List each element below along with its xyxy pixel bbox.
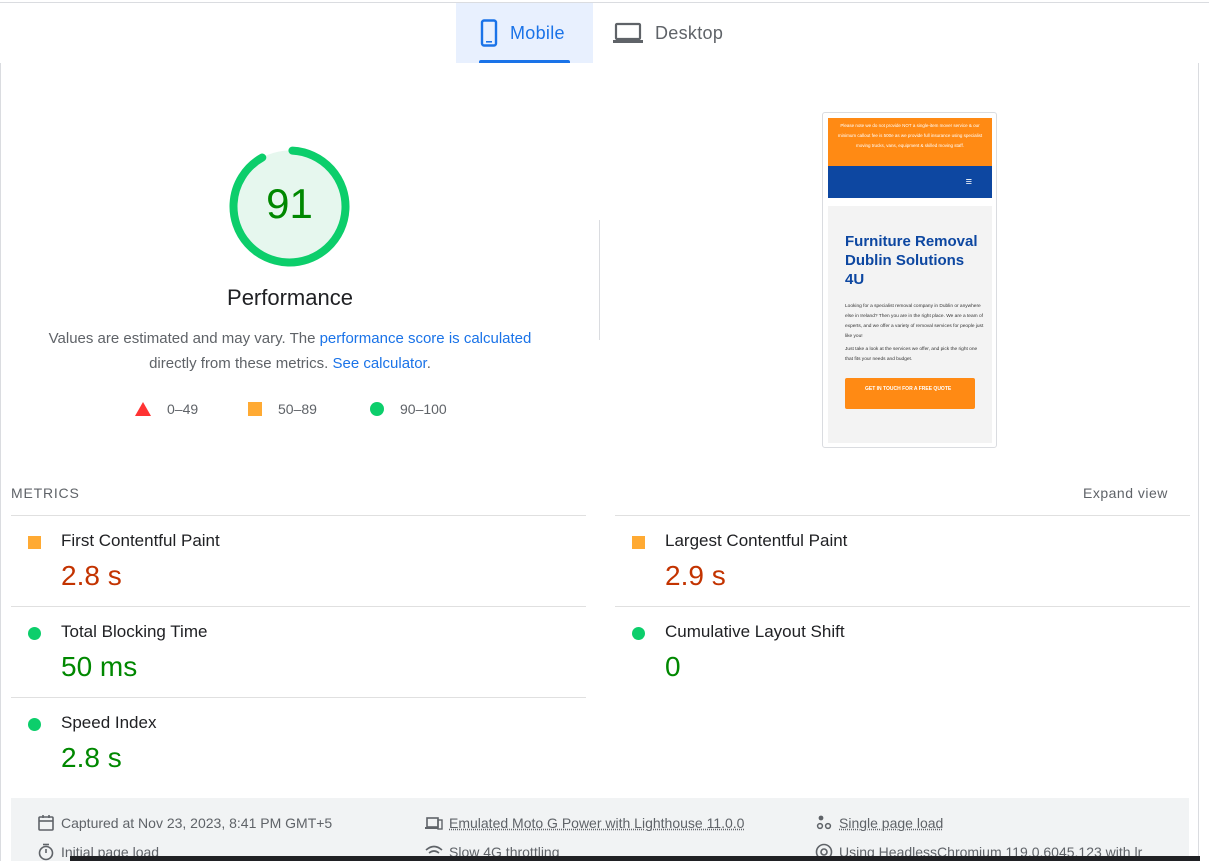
screenshot-navbar: ≡ xyxy=(828,166,992,198)
runtime-settings: Captured at Nov 23, 2023, 8:41 PM GMT+5 … xyxy=(11,798,1189,861)
metric-value: 0 xyxy=(665,651,681,682)
metric-label: Cumulative Layout Shift xyxy=(665,622,845,641)
circle-pass-icon xyxy=(28,718,41,731)
phone-icon xyxy=(480,19,498,47)
metric-value: 50 ms xyxy=(61,651,138,682)
tab-desktop[interactable]: Desktop xyxy=(593,3,745,63)
metric-speed-index: Speed Index 2.8 s xyxy=(11,697,586,788)
triangle-fail-icon xyxy=(135,402,151,416)
legend-fail-label: 0–49 xyxy=(167,401,199,417)
emulated-device-text: Emulated Moto G Power with Lighthouse 11… xyxy=(449,815,745,831)
laptop-icon xyxy=(613,22,643,43)
legend-average: 50–89 xyxy=(248,399,317,419)
performance-score: 91 xyxy=(266,180,313,227)
legend-pass: 90–100 xyxy=(370,399,447,419)
legend-average-label: 50–89 xyxy=(278,401,317,417)
panel-border-left xyxy=(0,63,1,861)
device-tabs: Mobile Desktop xyxy=(456,3,745,63)
square-average-icon xyxy=(632,536,645,549)
metric-label: Speed Index xyxy=(61,713,157,732)
screenshot-spacer xyxy=(828,198,992,206)
score-calculated-link[interactable]: performance score is calculated xyxy=(320,330,532,347)
metric-total-blocking-time: Total Blocking Time 50 ms xyxy=(11,606,586,697)
square-average-icon xyxy=(248,402,262,416)
single-page-load[interactable]: Single page load xyxy=(815,814,943,832)
screenshot-cta-button: GET IN TOUCH FOR A FREE QUOTE xyxy=(845,378,975,409)
devices-icon xyxy=(425,817,443,830)
legend-fail: 0–49 xyxy=(135,399,198,419)
performance-description: Values are estimated and may vary. The p… xyxy=(30,326,550,376)
screenshot-banner: Please note we do not provide NOT a sing… xyxy=(828,118,992,166)
desc-text-3: . xyxy=(426,355,431,372)
see-calculator-link[interactable]: See calculator xyxy=(332,355,426,372)
metric-label: Largest Contentful Paint xyxy=(665,531,848,550)
active-tab-indicator xyxy=(479,60,570,63)
captured-at: Captured at Nov 23, 2023, 8:41 PM GMT+5 xyxy=(37,814,332,832)
desc-text-1: Values are estimated and may vary. The xyxy=(48,330,320,347)
panel-border-right xyxy=(1198,63,1199,861)
horizontal-scrollbar[interactable] xyxy=(70,856,1200,861)
tab-mobile-label: Mobile xyxy=(510,22,565,43)
metric-value: 2.8 s xyxy=(61,742,122,773)
screenshot-paragraph-2: Just take a look at the services we offe… xyxy=(845,347,978,362)
metric-first-contentful-paint: First Contentful Paint 2.8 s xyxy=(11,515,586,606)
page-screenshot-thumbnail[interactable]: Please note we do not provide NOT a sing… xyxy=(822,112,997,448)
metric-value: 2.9 s xyxy=(665,560,726,591)
circle-pass-icon xyxy=(28,627,41,640)
desc-text-2: directly from these metrics. xyxy=(149,355,333,372)
tab-mobile[interactable]: Mobile xyxy=(456,3,593,63)
legend-pass-label: 90–100 xyxy=(400,401,447,417)
hamburger-menu-icon: ≡ xyxy=(965,176,972,188)
performance-title: Performance xyxy=(227,285,353,310)
circle-pass-icon xyxy=(370,402,384,416)
screenshot-heading: Furniture Removal Dublin Solutions 4U xyxy=(845,233,978,288)
metrics-heading: METRICS xyxy=(11,485,80,501)
expand-view-button[interactable]: Expand view xyxy=(1083,485,1168,501)
tab-desktop-label: Desktop xyxy=(655,22,724,43)
captured-at-text: Captured at Nov 23, 2023, 8:41 PM GMT+5 xyxy=(61,815,333,831)
square-average-icon xyxy=(28,536,41,549)
metric-label: Total Blocking Time xyxy=(61,622,208,641)
section-divider xyxy=(599,220,600,340)
metric-value: 2.8 s xyxy=(61,560,122,591)
screenshot-paragraph-1: Looking for a specialist removal company… xyxy=(845,304,984,339)
screenshot-content: Please note we do not provide NOT a sing… xyxy=(828,118,992,443)
metric-largest-contentful-paint: Largest Contentful Paint 2.9 s xyxy=(615,515,1190,606)
single-page-load-text: Single page load xyxy=(839,815,944,831)
emulated-device[interactable]: Emulated Moto G Power with Lighthouse 11… xyxy=(425,814,744,832)
timer-icon xyxy=(38,843,54,861)
calendar-icon xyxy=(38,815,54,831)
metric-cumulative-layout-shift: Cumulative Layout Shift 0 xyxy=(615,606,1190,697)
metric-label: First Contentful Paint xyxy=(61,531,220,550)
dots-icon xyxy=(816,815,832,830)
circle-pass-icon xyxy=(632,627,645,640)
